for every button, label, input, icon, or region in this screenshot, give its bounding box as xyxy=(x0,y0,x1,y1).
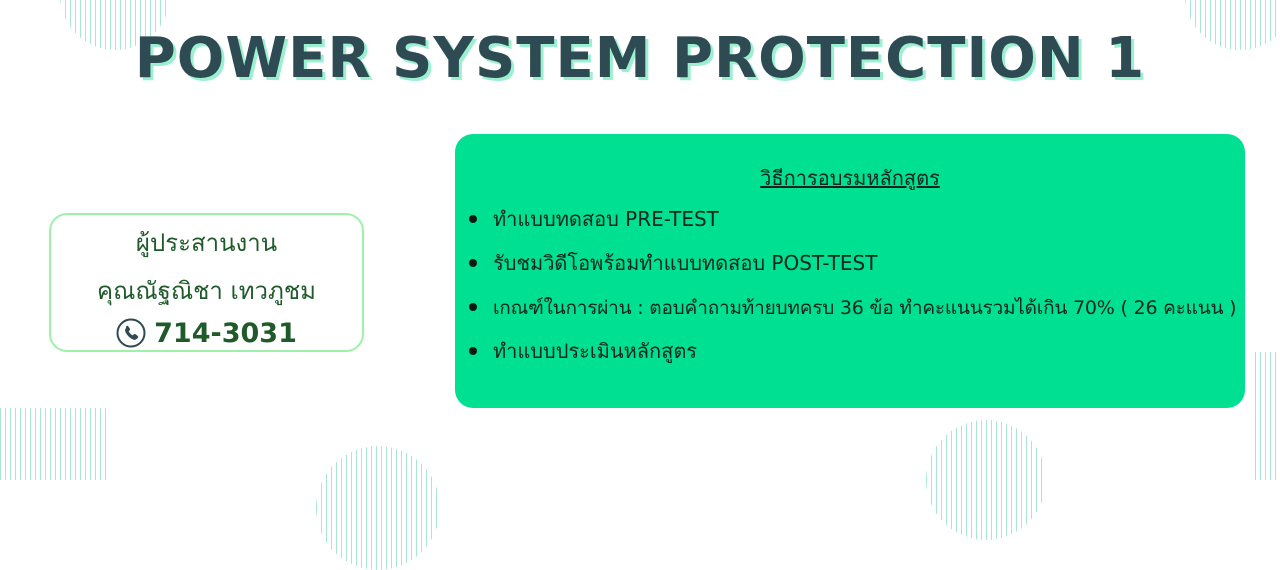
list-item: เกณฑ์ในการผ่าน : ตอบคำถามท้ายบทครบ 36 ข้… xyxy=(469,292,1239,336)
training-steps-list: ทำแบบทดสอบ PRE-TEST รับชมวิดีโอพร้อมทำแบ… xyxy=(469,204,1239,380)
phone-number: 714-3031 xyxy=(154,317,297,349)
contact-role: ผู้ประสานงาน xyxy=(135,229,278,257)
list-item-text: ทำแบบทดสอบ PRE-TEST xyxy=(493,207,719,231)
bullet-icon xyxy=(469,303,477,311)
contact-card: ผู้ประสานงาน คุณณัฐณิชา เทวภูชม 714-3031 xyxy=(49,213,364,352)
list-item: ทำแบบทดสอบ PRE-TEST xyxy=(469,204,1239,248)
list-item-text: ทำแบบประเมินหลักสูตร xyxy=(493,339,698,363)
phone-icon xyxy=(116,318,146,348)
training-info-panel: วิธีการอบรมหลักสูตร ทำแบบทดสอบ PRE-TEST … xyxy=(455,134,1245,408)
decorative-stripes xyxy=(1255,352,1280,480)
list-item: รับชมวิดีโอพร้อมทำแบบทดสอบ POST-TEST xyxy=(469,248,1239,292)
contact-name: คุณณัฐณิชา เทวภูชม xyxy=(97,277,316,305)
decorative-stripes xyxy=(316,446,440,570)
training-heading: วิธีการอบรมหลักสูตร xyxy=(760,166,940,190)
bullet-icon xyxy=(469,259,477,267)
list-item: ทำแบบประเมินหลักสูตร xyxy=(469,336,1239,380)
contact-phone-row: 714-3031 xyxy=(51,315,362,351)
decorative-stripes xyxy=(926,420,1046,540)
list-item-text: เกณฑ์ในการผ่าน : ตอบคำถามท้ายบทครบ 36 ข้… xyxy=(493,297,1237,319)
bullet-icon xyxy=(469,215,477,223)
page-title: POWER SYSTEM PROTECTION 1 xyxy=(134,26,1146,91)
bullet-icon xyxy=(469,347,477,355)
decorative-stripes xyxy=(0,408,108,480)
list-item-text: รับชมวิดีโอพร้อมทำแบบทดสอบ POST-TEST xyxy=(493,251,878,275)
